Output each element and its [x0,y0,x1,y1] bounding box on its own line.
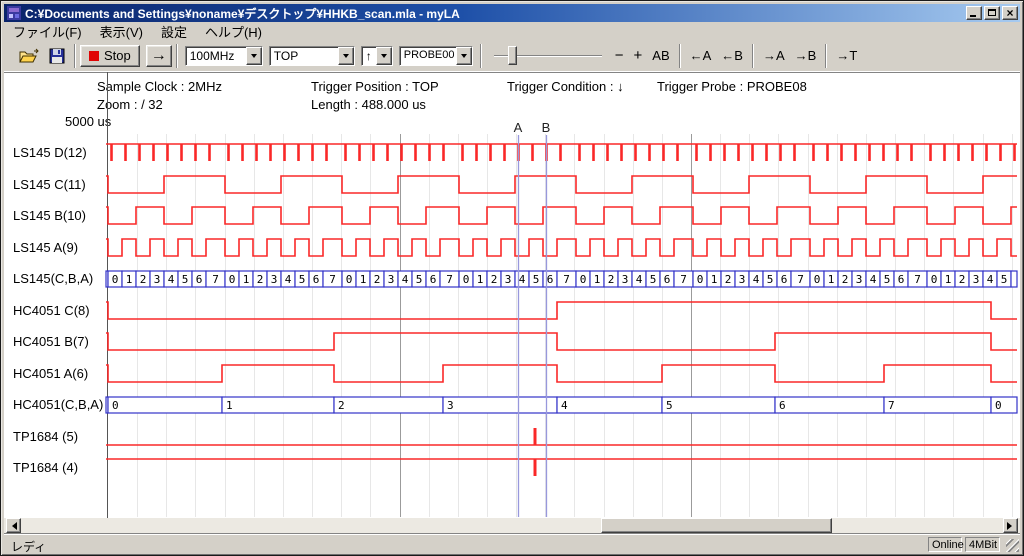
sample-rate-value: 100MHz [186,47,246,65]
status-online-badge: Online [928,537,962,552]
window-title: C:¥Documents and Settings¥noname¥デスクトップ¥… [25,5,964,22]
toolbar-separator [74,44,76,68]
arrow-left-icon [8,522,17,530]
trigger-edge-select[interactable]: ↑ [361,46,393,66]
trigger-probe-value: PROBE00 [400,47,456,65]
open-file-button[interactable] [14,45,44,67]
toolbar: Stop → 100MHz TOP ↑ PROBE00 − + AB [4,40,1020,72]
waveform-client-area: Sample Clock : 2MHz Trigger Position : T… [4,72,1020,518]
arrow-right-icon [1007,522,1016,530]
trigger-position-value: TOP [270,47,338,65]
resize-grip[interactable] [1006,539,1019,552]
trigger-probe-select[interactable]: PROBE00 [399,46,473,66]
toolbar-separator [679,44,681,68]
stop-icon [89,51,99,61]
maximize-icon [988,9,996,16]
zoom-out-button[interactable]: − [610,45,629,67]
menu-item-2[interactable]: 設定 [152,21,196,42]
set-marker-b-button[interactable]: →B [790,45,822,67]
toolbar-separator [825,44,827,68]
set-marker-a-button[interactable]: →A [758,45,790,67]
channel-label-9: TP1684 (5) [13,429,78,444]
scrollbar-thumb[interactable] [601,518,832,533]
horizontal-scrollbar[interactable] [4,518,1020,533]
menu-item-3[interactable]: ヘルプ(H) [196,21,271,42]
menubar: ファイル(F)表示(V)設定ヘルプ(H) [4,22,1020,40]
zoom-slider-thumb[interactable] [508,46,517,65]
channel-label-2: LS145 B(10) [13,208,86,223]
statusbar: レディ Online 4MBit [4,533,1020,553]
channel-label-3: LS145 A(9) [13,240,78,255]
goto-marker-b-button[interactable]: ←B [716,45,748,67]
chevron-down-icon[interactable] [246,47,262,65]
stop-button[interactable]: Stop [80,45,140,67]
minimize-icon [970,15,976,17]
app-icon [7,6,21,20]
channel-label-1: LS145 C(11) [13,177,86,192]
goto-trigger-button[interactable]: →T [831,45,862,67]
menu-item-0[interactable]: ファイル(F) [4,21,91,42]
scroll-left-button[interactable] [6,518,21,533]
save-file-button[interactable] [44,45,70,67]
run-arrow-icon: → [151,47,167,65]
toolbar-separator [752,44,754,68]
menu-item-1[interactable]: 表示(V) [91,21,152,42]
status-memory-badge: 4MBit [965,537,1000,552]
chevron-down-icon[interactable] [376,47,392,65]
chevron-down-icon[interactable] [338,47,354,65]
sample-rate-select[interactable]: 100MHz [185,46,263,66]
channel-label-8: HC4051(C,B,A) [13,397,103,412]
stop-label: Stop [104,48,131,63]
trigger-edge-value: ↑ [362,47,376,65]
close-icon: × [1003,6,1017,20]
channel-label-0: LS145 D(12) [13,145,87,160]
close-button[interactable]: × [1002,6,1018,20]
channel-label-10: TP1684 (4) [13,460,78,475]
scroll-right-button[interactable] [1003,518,1018,533]
toolbar-separator [480,44,482,68]
channel-label-7: HC4051 A(6) [13,366,88,381]
save-floppy-icon [49,48,65,64]
titlebar: C:¥Documents and Settings¥noname¥デスクトップ¥… [4,4,1020,22]
goto-marker-a-button[interactable]: ←A [685,45,717,67]
open-folder-icon [19,48,39,64]
chevron-down-icon[interactable] [456,47,472,65]
app-window: C:¥Documents and Settings¥noname¥デスクトップ¥… [0,0,1024,556]
channel-label-6: HC4051 B(7) [13,334,89,349]
maximize-button[interactable] [984,6,1000,20]
channel-label-5: HC4051 C(8) [13,303,90,318]
trigger-position-select[interactable]: TOP [269,46,355,66]
channel-label-panel: LS145 D(12) LS145 C(11) LS145 B(10) LS145 A… [4,73,1020,518]
zoom-ab-button[interactable]: AB [647,45,674,67]
toolbar-separator [176,44,178,68]
zoom-in-button[interactable]: + [629,45,648,67]
minimize-button[interactable] [966,6,982,20]
zoom-slider[interactable] [492,45,604,67]
status-ready-text: レディ [11,538,46,555]
single-run-button[interactable]: → [146,45,172,67]
channel-label-4: LS145(C,B,A) [13,271,93,286]
